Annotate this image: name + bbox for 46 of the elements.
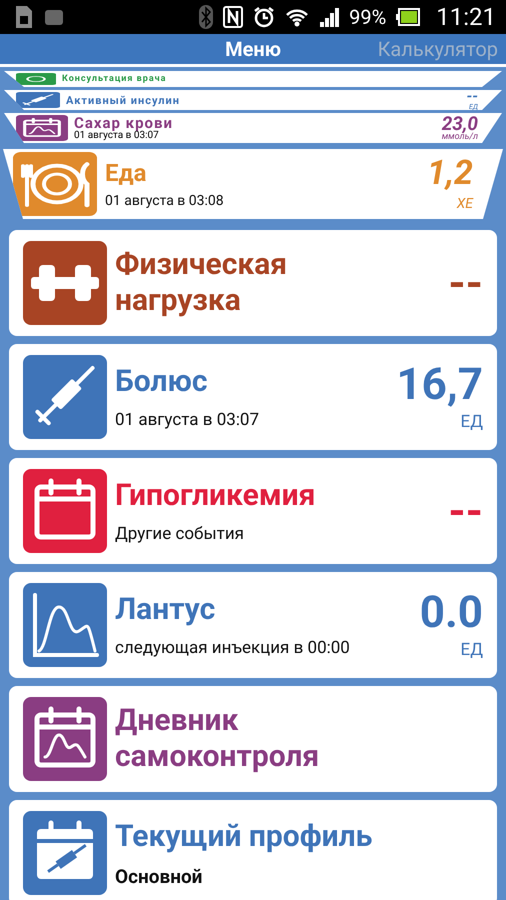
card-unit: ЕД [460, 412, 483, 432]
card-subtitle: 01 августа в 03:07 [74, 130, 159, 140]
card-title: Болюс [115, 364, 208, 400]
card-title: Активный инсулин [66, 94, 181, 106]
card-title: Лантус [115, 592, 216, 628]
card-value: 0.0 [420, 590, 483, 634]
menu-card[interactable]: Болюс 01 августа в 03:07 16,7 ЕД [9, 344, 497, 450]
header-tab[interactable]: Меню [225, 37, 281, 61]
card-value: -- [466, 89, 478, 104]
card-value: -- [448, 261, 483, 305]
signal-icon [319, 7, 340, 27]
stacked-card[interactable]: Сахар крови 01 августа в 03:07 23,0 ммоль/л [4, 113, 502, 143]
sim-card-icon [14, 6, 34, 28]
card-subtitle: Основной [115, 864, 204, 888]
menu-card[interactable]: Гипогликемия Другие события -- [9, 458, 497, 564]
card-title: Еда [105, 158, 148, 188]
card-unit: ХЕ [456, 196, 473, 212]
card-subtitle: 01 августа в 03:07 [115, 410, 260, 430]
alarm-clock-icon [253, 6, 276, 28]
card-subtitle: Другие события [115, 524, 245, 544]
card-title: Текущий профиль [115, 818, 374, 854]
card-value: 23,0 [442, 114, 478, 133]
card-value: 16,7 [396, 362, 483, 406]
menu-card[interactable]: Текущий профиль Основной [9, 800, 497, 900]
card-unit: ммоль/л [442, 133, 478, 142]
card-subtitle: следующая инъекция в 00:00 [115, 638, 351, 658]
menu-card[interactable]: Лантус следующая инъекция в 00:00 0.0 ЕД [9, 572, 497, 678]
card-title: Физическая нагрузка [115, 247, 288, 319]
card-value: -- [448, 489, 483, 533]
battery-icon [396, 8, 420, 26]
card-value: 1,2 [427, 156, 473, 190]
card-title: Сахар крови [74, 116, 174, 130]
nfc-icon [223, 6, 244, 28]
menu-card[interactable]: Дневник самоконтроля [9, 686, 497, 792]
wifi-icon [285, 7, 310, 27]
card-subtitle: 01 августа в 03:08 [105, 193, 225, 210]
battery-percent: 99% [349, 5, 386, 29]
bluetooth-icon [199, 5, 214, 29]
clock-time: 11:21 [436, 3, 496, 31]
card-title: Гипогликемия [115, 478, 316, 514]
menu-card[interactable]: Физическая нагрузка -- [9, 230, 497, 336]
card-unit: ЕД [460, 640, 483, 660]
menu-card[interactable]: Еда 01 августа в 03:08 1,2 ХЕ [3, 149, 503, 219]
card-title: Дневник самоконтроля [115, 703, 320, 775]
card-title: Консультация врача [62, 74, 168, 84]
stacked-card[interactable]: Консультация врача [4, 71, 502, 87]
